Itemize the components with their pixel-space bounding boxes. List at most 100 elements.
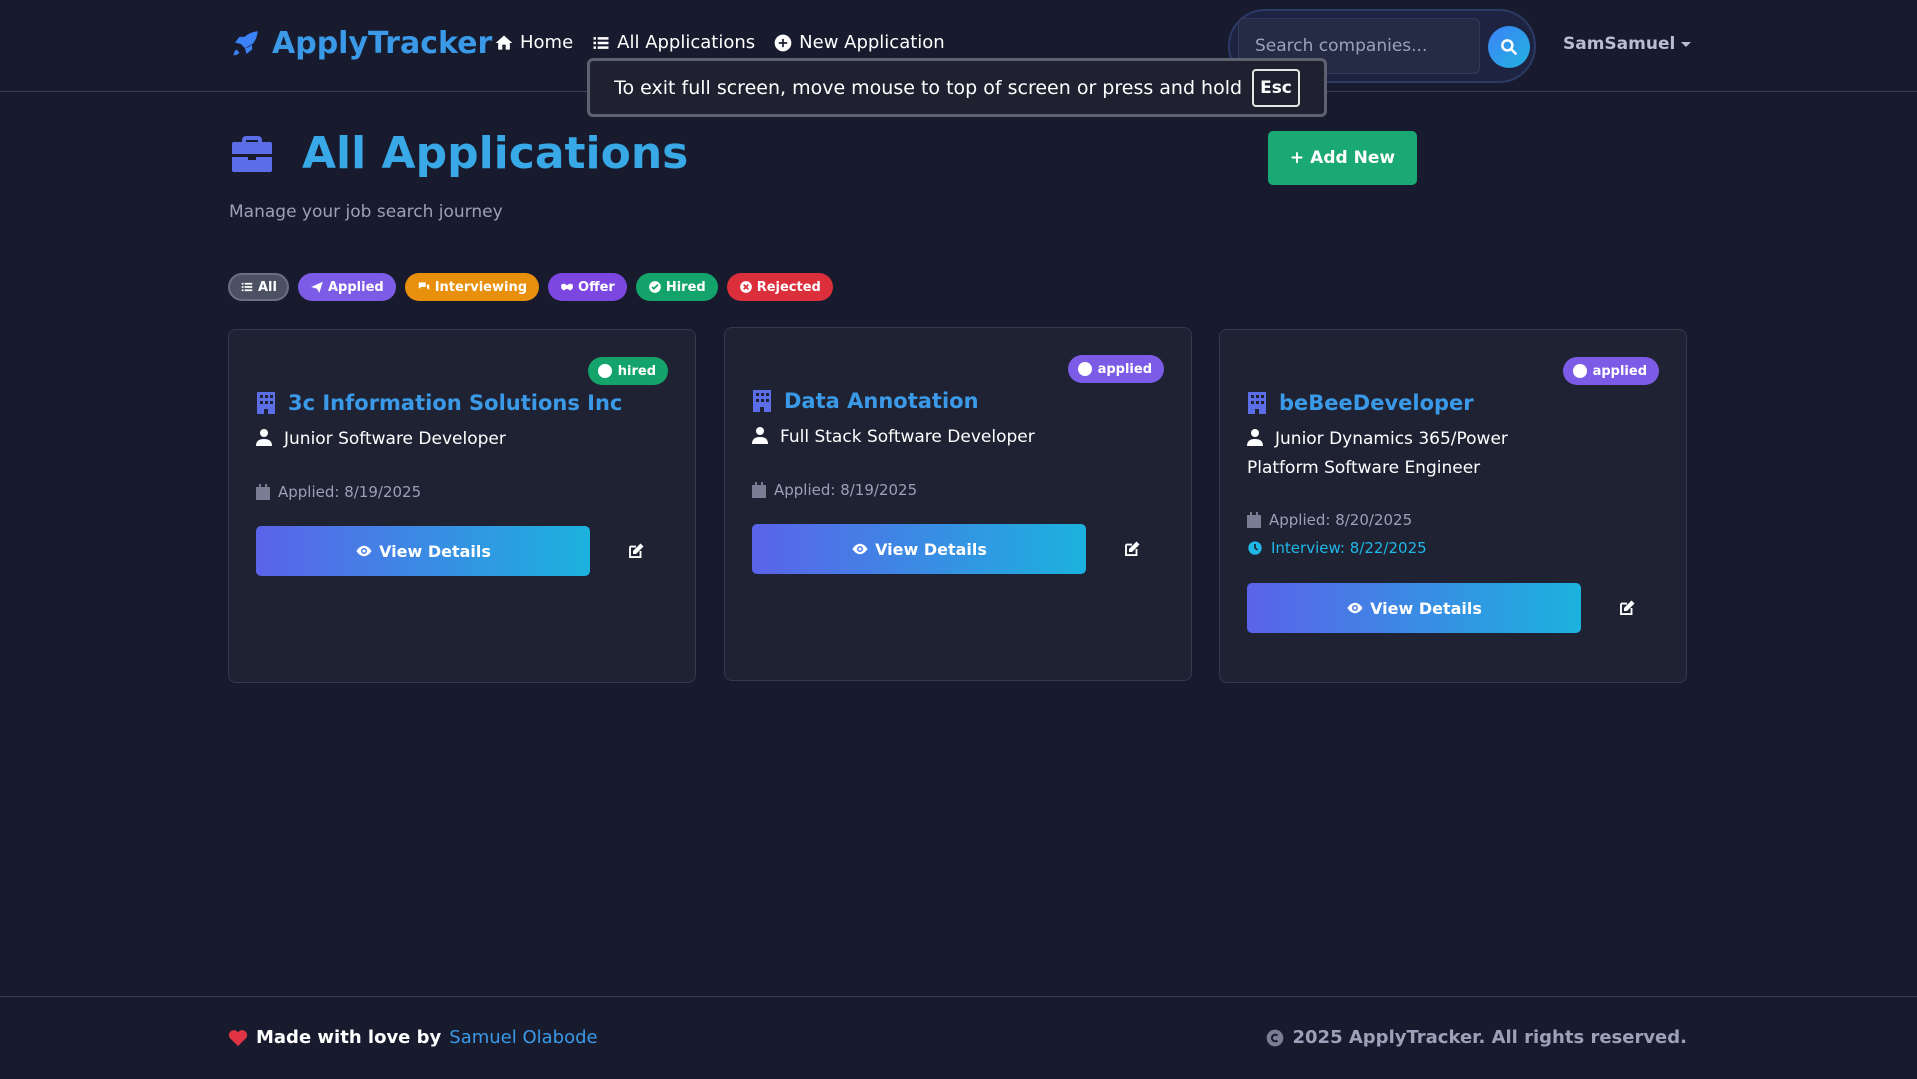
nav-links: Home All Applications New Application (494, 32, 945, 53)
nav-new-application-label: New Application (799, 32, 945, 53)
username: SamSamuel (1563, 34, 1676, 54)
user-menu[interactable]: SamSamuel (1563, 34, 1692, 54)
filter-applied-label: Applied (327, 279, 384, 295)
job-position: Full Stack Software Developer (752, 423, 1152, 452)
interview-date: Interview: 8/22/2025 (1247, 539, 1427, 557)
filter-rejected[interactable]: Rejected (726, 273, 833, 301)
user-tie-icon (256, 429, 272, 446)
nav-all-applications[interactable]: All Applications (591, 32, 755, 53)
handshake-icon (561, 283, 573, 291)
edit-button[interactable] (624, 539, 648, 563)
clock-icon (1248, 541, 1262, 555)
footer-credit: Made with love by Samuel Olabode (228, 1027, 598, 1048)
status-badge-label: applied (1097, 361, 1152, 377)
building-icon (257, 392, 275, 414)
view-details-button[interactable]: View Details (752, 524, 1086, 574)
footer-copyright: 2025 ApplyTracker. All rights reserved. (1265, 1027, 1688, 1048)
calendar-icon (1247, 512, 1261, 528)
filter-rejected-label: Rejected (756, 279, 821, 295)
applied-date: Applied: 8/19/2025 (256, 483, 421, 501)
status-dot-icon (597, 364, 612, 378)
search-button[interactable] (1488, 26, 1530, 68)
comments-icon (418, 282, 429, 290)
edit-button[interactable] (1120, 537, 1144, 561)
nav-new-application[interactable]: New Application (773, 32, 945, 53)
job-position: Junior Dynamics 365/Power Platform Softw… (1247, 425, 1547, 483)
brand-logo[interactable]: ApplyTracker (228, 26, 492, 61)
building-icon (1248, 392, 1266, 414)
eye-icon (1347, 602, 1363, 614)
view-details-button[interactable]: View Details (1247, 583, 1581, 633)
edit-icon (629, 543, 644, 558)
applied-date: Applied: 8/20/2025 (1247, 511, 1412, 529)
filter-interviewing[interactable]: Interviewing (404, 273, 540, 301)
company-name-label: beBeeDeveloper (1279, 391, 1474, 415)
filter-hired[interactable]: Hired (635, 273, 718, 301)
eye-icon (852, 543, 868, 555)
brand-name: ApplyTracker (272, 26, 493, 61)
view-details-label: View Details (379, 541, 491, 561)
paper-plane-icon (311, 281, 323, 293)
copyright-text: 2025 ApplyTracker. All rights reserved. (1292, 1027, 1688, 1048)
copyright-icon (1266, 1029, 1283, 1046)
company-name[interactable]: beBeeDeveloper (1247, 391, 1474, 415)
applied-date-label: Applied: 8/19/2025 (278, 483, 422, 501)
briefcase-icon (232, 135, 272, 172)
search-icon (1501, 39, 1517, 55)
page-header: All Applications (228, 128, 688, 179)
company-name-label: Data Annotation (784, 389, 979, 413)
page-title: All Applications (302, 128, 689, 179)
company-name[interactable]: Data Annotation (752, 389, 979, 413)
edit-button[interactable] (1615, 596, 1639, 620)
application-card: applied Data Annotation Full Stack Softw… (724, 327, 1192, 681)
status-dot-icon (1077, 362, 1092, 376)
check-circle-icon (648, 281, 661, 293)
company-name-label: 3c Information Solutions Inc (288, 391, 623, 415)
plus-circle-icon (774, 34, 792, 51)
nav-home[interactable]: Home (494, 32, 573, 53)
footer: Made with love by Samuel Olabode 2025 Ap… (0, 996, 1917, 1079)
calendar-icon (752, 482, 766, 498)
filter-applied[interactable]: Applied (297, 273, 396, 301)
job-position-label: Junior Software Developer (284, 429, 506, 449)
author-link[interactable]: Samuel Olabode (449, 1027, 597, 1048)
rocket-icon (233, 30, 258, 55)
edit-icon (1620, 600, 1635, 615)
fullscreen-notice-text: To exit full screen, move mouse to top o… (614, 76, 1243, 99)
job-position: Junior Software Developer (256, 425, 656, 454)
add-new-button[interactable]: + Add New (1268, 131, 1417, 185)
list-icon (241, 282, 253, 292)
eye-icon (356, 545, 372, 557)
fullscreen-notice: To exit full screen, move mouse to top o… (587, 58, 1327, 117)
company-name[interactable]: 3c Information Solutions Inc (256, 391, 622, 415)
job-position-label: Full Stack Software Developer (780, 427, 1035, 447)
x-circle-icon (739, 281, 752, 293)
calendar-icon (256, 484, 270, 500)
applied-date-label: Applied: 8/19/2025 (774, 481, 918, 499)
status-badge-label: hired (617, 363, 656, 379)
status-badge-label: applied (1592, 363, 1647, 379)
chevron-down-icon (1681, 41, 1692, 47)
building-icon (753, 390, 771, 412)
nav-all-applications-label: All Applications (617, 32, 756, 53)
status-dot-icon (1572, 364, 1587, 378)
esc-key: Esc (1252, 68, 1300, 107)
filter-all[interactable]: All (228, 273, 289, 301)
status-filters: All Applied Interviewing Offer Hired Rej… (228, 273, 833, 301)
user-tie-icon (1247, 429, 1263, 446)
heart-icon (228, 1029, 248, 1046)
filter-interviewing-label: Interviewing (434, 279, 528, 295)
filter-all-label: All (258, 279, 277, 295)
applied-date-label: Applied: 8/20/2025 (1269, 511, 1413, 529)
home-icon (495, 35, 513, 50)
status-badge: hired (587, 357, 668, 385)
view-details-button[interactable]: View Details (256, 526, 590, 576)
plus-icon: + (1289, 148, 1305, 168)
nav-home-label: Home (520, 32, 574, 53)
edit-icon (1125, 541, 1140, 556)
application-card: hired 3c Information Solutions Inc Junio… (228, 329, 696, 683)
status-badge: applied (1562, 357, 1659, 385)
view-details-label: View Details (1370, 598, 1482, 618)
filter-offer[interactable]: Offer (548, 273, 627, 301)
list-icon (593, 36, 609, 49)
